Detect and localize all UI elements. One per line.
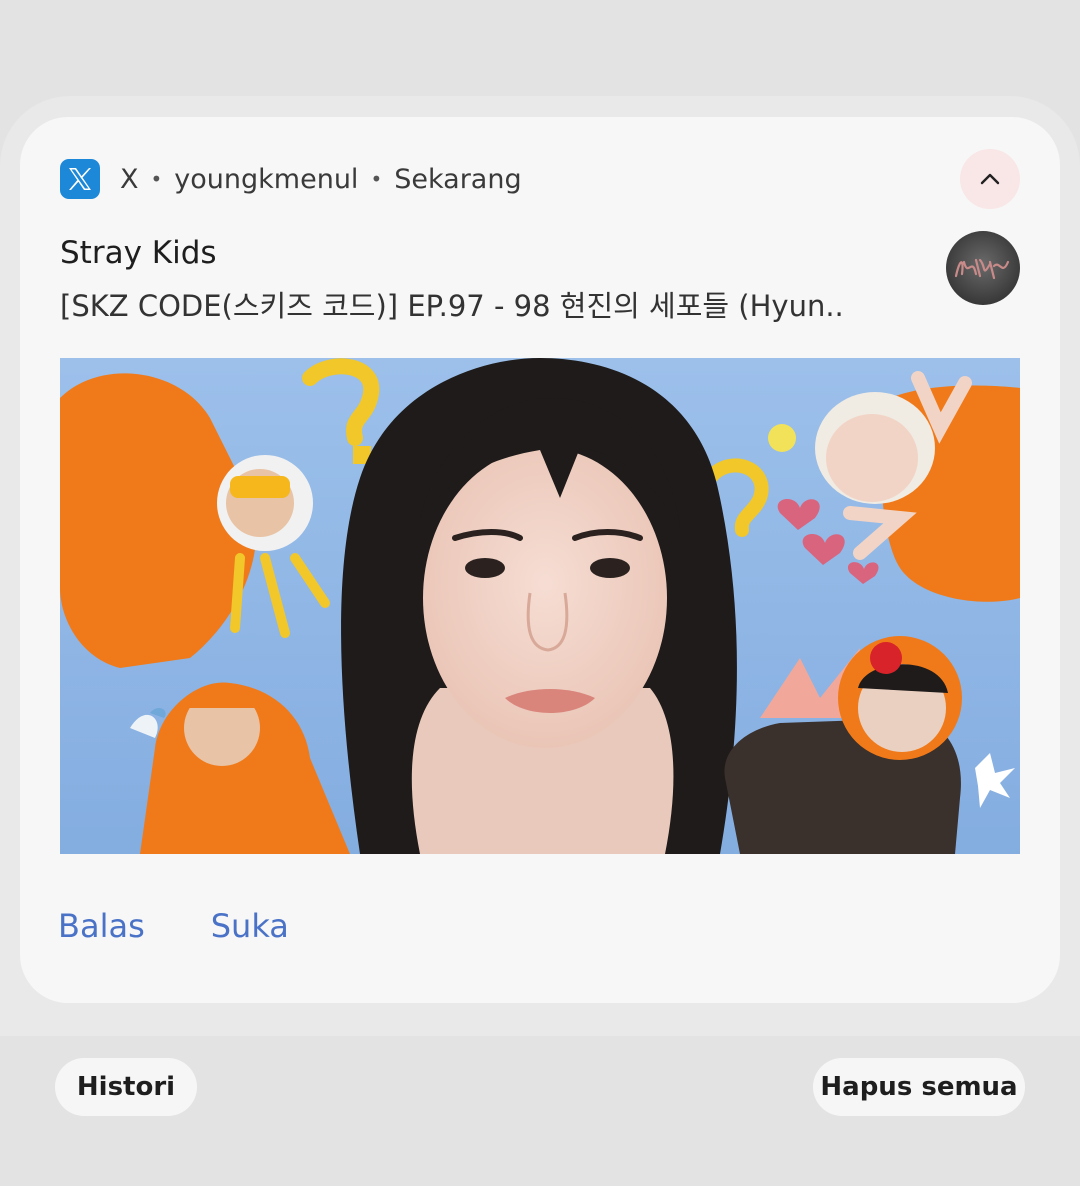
app-name: X <box>120 163 139 195</box>
notification-body: [SKZ CODE(스키즈 코드)] EP.97 - 98 현진의 세포들 (H… <box>60 289 844 323</box>
notification-meta: X • youngkmenul • Sekarang <box>120 164 522 195</box>
account-name: youngkmenul <box>174 163 359 195</box>
clear-all-button[interactable]: Hapus semua <box>813 1058 1025 1116</box>
clear-all-label: Hapus semua <box>820 1072 1018 1102</box>
notification-card[interactable]: X • youngkmenul • Sekarang Stray Kids [S… <box>20 117 1060 1003</box>
notification-image[interactable] <box>60 358 1020 854</box>
notification-shade: X • youngkmenul • Sekarang Stray Kids [S… <box>0 0 1080 1186</box>
like-button[interactable]: Suka <box>211 907 289 945</box>
x-logo-icon <box>60 159 100 199</box>
notification-header: X • youngkmenul • Sekarang <box>60 155 522 203</box>
history-label: Histori <box>76 1072 176 1102</box>
reply-button[interactable]: Balas <box>58 907 145 945</box>
stray-kids-logo <box>954 258 1010 280</box>
collapse-button[interactable] <box>960 149 1020 209</box>
separator-dot: • <box>150 167 163 191</box>
notification-title: Stray Kids <box>60 235 217 271</box>
sender-avatar <box>946 231 1020 305</box>
separator-dot: • <box>370 167 383 191</box>
chevron-up-icon <box>980 173 1000 185</box>
notification-time: Sekarang <box>394 163 522 195</box>
notification-actions: Balas Suka <box>58 907 289 945</box>
history-button[interactable]: Histori <box>55 1058 197 1116</box>
